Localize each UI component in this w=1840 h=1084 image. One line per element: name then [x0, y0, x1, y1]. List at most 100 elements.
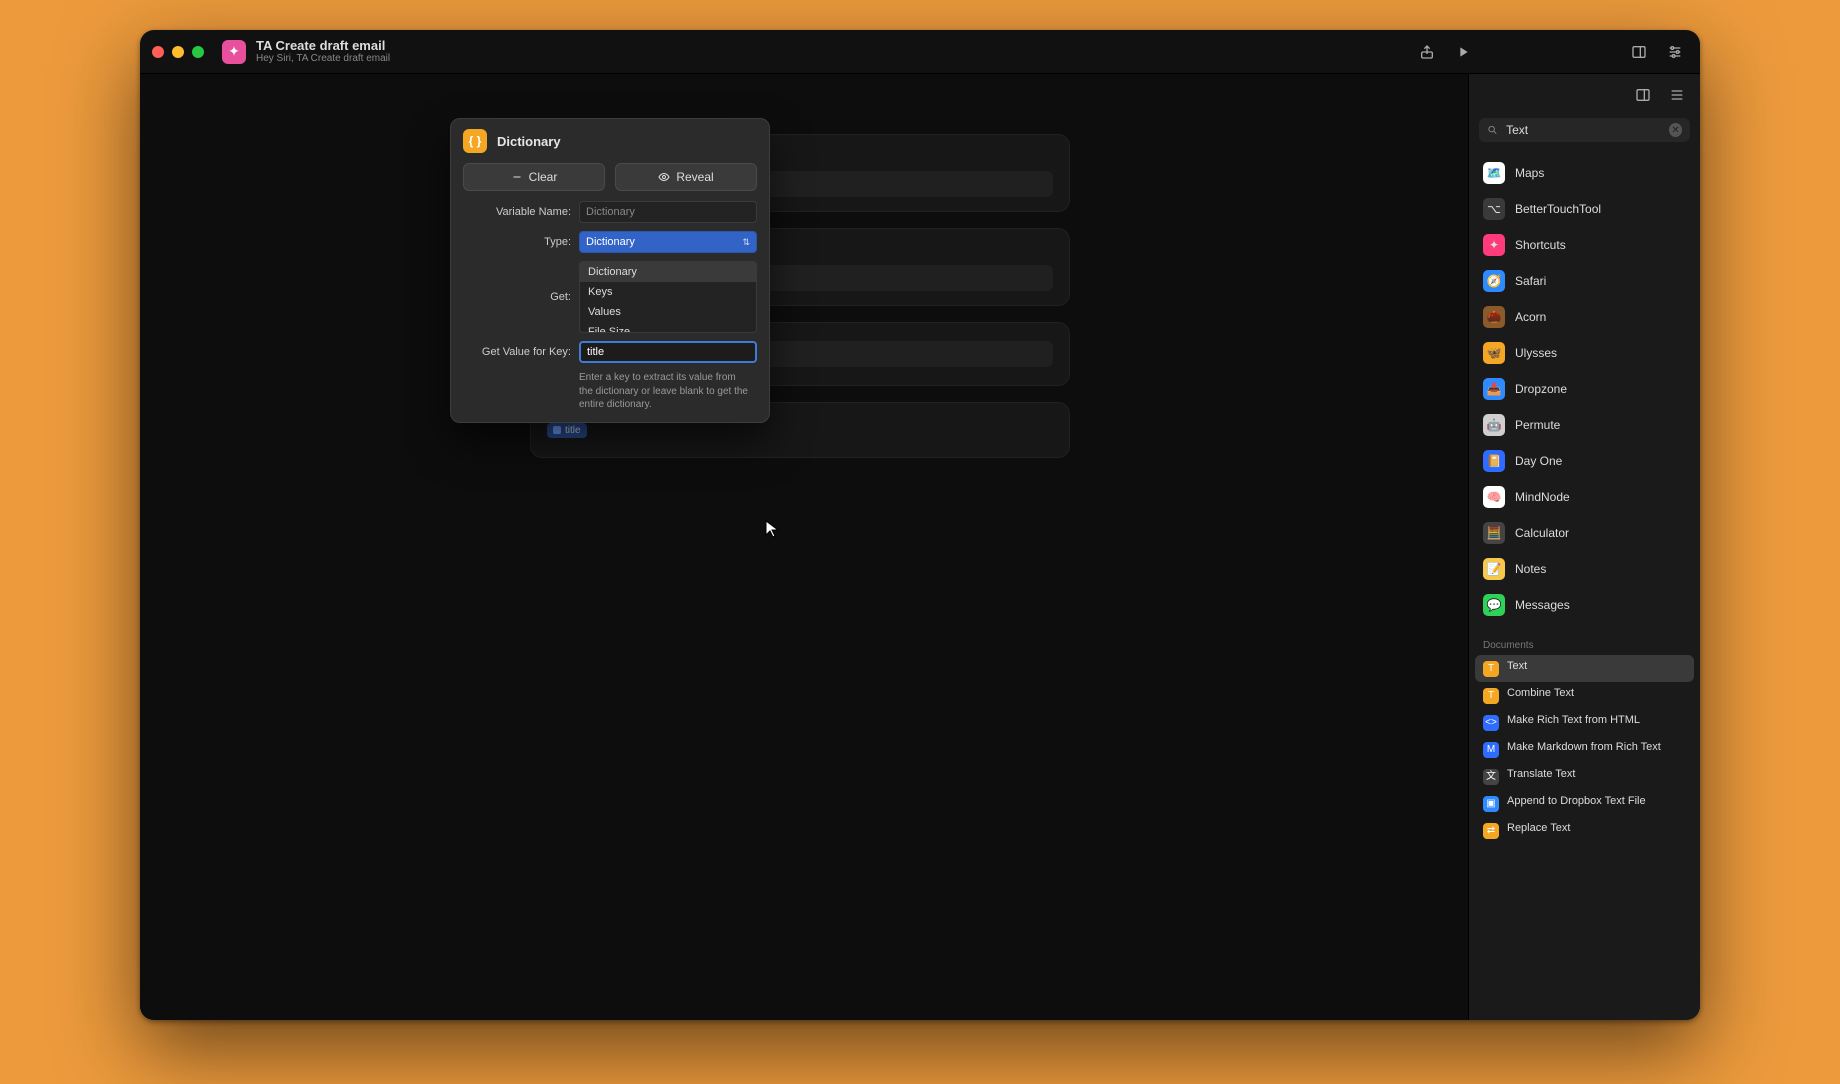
action-row[interactable]: T Text — [1475, 655, 1694, 682]
app-icon: ✦ — [1483, 234, 1505, 256]
app-row[interactable]: 🌰Acorn — [1475, 300, 1694, 334]
app-label: Calculator — [1515, 526, 1569, 540]
action-row[interactable]: M Make Markdown from Rich Text — [1475, 736, 1694, 763]
app-label: Acorn — [1515, 310, 1546, 324]
action-label: Translate Text — [1507, 768, 1575, 782]
variable-inspector-popover: { } Dictionary Clear Reveal — [450, 118, 770, 423]
clear-icon — [511, 171, 523, 183]
action-label: Text — [1507, 660, 1527, 674]
app-row[interactable]: 🧠MindNode — [1475, 480, 1694, 514]
clear-label: Clear — [529, 170, 558, 184]
app-row[interactable]: 🗺️Maps — [1475, 156, 1694, 190]
get-option[interactable]: Keys — [580, 282, 756, 302]
library-settings-button[interactable] — [1664, 82, 1690, 108]
share-button[interactable] — [1414, 39, 1440, 65]
close-window-button[interactable] — [152, 46, 164, 58]
type-select[interactable]: Dictionary ⇅ — [579, 231, 757, 253]
action-icon: T — [1483, 688, 1499, 704]
app-row[interactable]: 📥 Dropzone — [1475, 372, 1694, 406]
clear-search-button[interactable]: ✕ — [1669, 123, 1682, 137]
action-label: Make Markdown from Rich Text — [1507, 741, 1661, 755]
get-option[interactable]: Values — [580, 302, 756, 322]
app-icon: 📥 — [1483, 378, 1505, 400]
zoom-window-button[interactable] — [192, 46, 204, 58]
app-row[interactable]: 🤖 Permute — [1475, 408, 1694, 442]
app-row[interactable]: 🧮 Calculator — [1475, 516, 1694, 550]
get-label: Get: — [550, 291, 571, 303]
type-label: Type: — [544, 236, 571, 248]
app-row[interactable]: 📔 Day One — [1475, 444, 1694, 478]
key-input[interactable]: title — [579, 341, 757, 363]
action-icon: <> — [1483, 715, 1499, 731]
app-label: Notes — [1515, 562, 1546, 576]
action-row[interactable]: T Combine Text — [1475, 682, 1694, 709]
get-value-for-key-label: Get Value for Key: — [482, 346, 571, 358]
action-label: Replace Text — [1507, 822, 1570, 836]
section-header: Documents — [1469, 632, 1700, 655]
app-label: Safari — [1515, 274, 1546, 288]
app-row[interactable]: 🧭 Safari — [1475, 264, 1694, 298]
app-label: Ulysses — [1515, 346, 1557, 360]
app-row[interactable]: ✦ Shortcuts — [1475, 228, 1694, 262]
clear-button[interactable]: Clear — [463, 163, 605, 191]
popover-title: Dictionary — [497, 134, 561, 149]
variable-name-input[interactable]: Dictionary — [579, 201, 757, 223]
settings-button[interactable] — [1662, 39, 1688, 65]
action-list: T Text T Combine Text <> Make Rich Text from … — [1469, 655, 1700, 852]
app-label: Maps — [1515, 166, 1544, 180]
action-icon: T — [1483, 661, 1499, 677]
library-search[interactable]: ✕ — [1479, 118, 1690, 142]
get-listbox[interactable]: DictionaryKeysValuesFile Size — [579, 261, 757, 333]
window-subtitle: Hey Siri, TA Create draft email — [256, 53, 390, 64]
app-row[interactable]: 📝Notes — [1475, 552, 1694, 586]
app-icon: 🧭 — [1483, 270, 1505, 292]
mouse-cursor-icon — [765, 520, 779, 538]
search-input[interactable] — [1504, 122, 1663, 138]
action-icon: ▣ — [1483, 796, 1499, 812]
shortcuts-editor-window: ✦ TA Create draft email Hey Siri, TA Cre… — [140, 30, 1700, 1020]
toggle-library-button[interactable] — [1626, 39, 1652, 65]
action-row[interactable]: ⇄Replace Text — [1475, 817, 1694, 844]
type-value: Dictionary — [586, 236, 635, 248]
app-label: Messages — [1515, 598, 1570, 612]
action-label: Combine Text — [1507, 687, 1574, 701]
get-option[interactable]: File Size — [580, 322, 756, 333]
action-row[interactable]: ▣Append to Dropbox Text File — [1475, 790, 1694, 817]
app-icon: 🧠 — [1483, 486, 1505, 508]
app-row[interactable]: ⌥ BetterTouchTool — [1475, 192, 1694, 226]
workflow-canvas[interactable]: ure nput title — [140, 74, 1468, 1020]
magic-variable-chip[interactable]: title — [547, 423, 587, 438]
dictionary-icon: { } — [463, 129, 487, 153]
app-label: Permute — [1515, 418, 1560, 432]
app-label: Dropzone — [1515, 382, 1567, 396]
action-label: Make Rich Text from HTML — [1507, 714, 1640, 728]
action-icon: M — [1483, 742, 1499, 758]
app-icon: ⌥ — [1483, 198, 1505, 220]
reveal-label: Reveal — [676, 170, 713, 184]
app-row[interactable]: 🦋 Ulysses — [1475, 336, 1694, 370]
app-icon: 🦋 — [1483, 342, 1505, 364]
app-icon: 💬 — [1483, 594, 1505, 616]
app-icon: 📔 — [1483, 450, 1505, 472]
get-option[interactable]: Dictionary — [580, 262, 756, 282]
app-label: Day One — [1515, 454, 1562, 468]
app-label: Shortcuts — [1515, 238, 1566, 252]
minimize-window-button[interactable] — [172, 46, 184, 58]
app-label: BetterTouchTool — [1515, 202, 1601, 216]
help-text: Enter a key to extract its value from th… — [579, 371, 757, 412]
chevron-updown-icon: ⇅ — [742, 237, 750, 248]
window-title: TA Create draft email — [256, 39, 390, 53]
eye-icon — [658, 171, 670, 183]
variable-name-label: Variable Name: — [496, 206, 571, 218]
app-icon: 🧮 — [1483, 522, 1505, 544]
reveal-button[interactable]: Reveal — [615, 163, 757, 191]
library-view-button[interactable] — [1630, 82, 1656, 108]
shortcut-color-icon: ✦ — [222, 40, 246, 64]
app-row[interactable]: 💬 Messages — [1475, 588, 1694, 622]
app-icon: 🤖 — [1483, 414, 1505, 436]
run-button[interactable] — [1450, 39, 1476, 65]
action-row[interactable]: 文Translate Text — [1475, 763, 1694, 790]
chip-label: title — [565, 425, 581, 436]
action-row[interactable]: <> Make Rich Text from HTML — [1475, 709, 1694, 736]
action-library-sidebar: ✕ 🗺️Maps ⌥ BetterTouchTool ✦ Shortcuts 🧭 Safar… — [1468, 74, 1700, 1020]
